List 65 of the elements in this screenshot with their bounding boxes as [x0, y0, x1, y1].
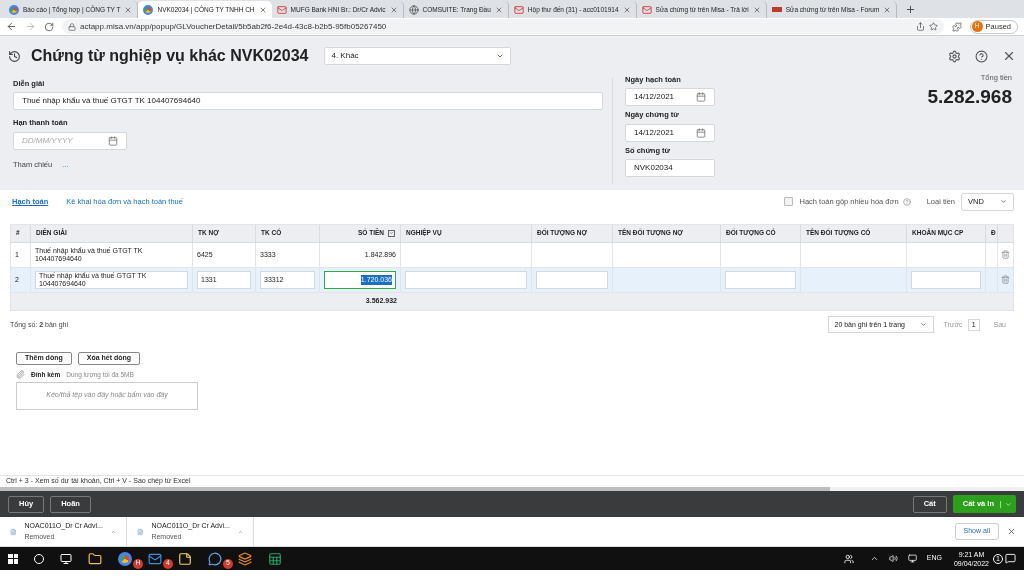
app-logo-icon	[143, 4, 154, 15]
filter-icon[interactable]	[388, 229, 395, 237]
lock-icon	[68, 22, 76, 31]
app-logo-icon	[9, 4, 19, 15]
calendar-icon[interactable]	[696, 92, 706, 103]
mail-icon	[641, 4, 652, 15]
total-amount: 5.282.968	[927, 85, 1012, 110]
back-icon[interactable]	[6, 21, 17, 32]
close-icon[interactable]	[494, 5, 503, 14]
caret-icon[interactable]	[869, 554, 879, 563]
page-title: Chứng từ nghiệp vụ khác NVK02034	[31, 46, 309, 66]
caret-icon	[1000, 198, 1007, 206]
file-icon	[10, 526, 17, 537]
mail-icon	[513, 4, 524, 15]
windows-logo-icon[interactable]	[8, 553, 18, 564]
close-icon[interactable]	[1002, 49, 1016, 63]
extensions-icon[interactable]	[951, 21, 962, 32]
caret-icon	[1005, 500, 1012, 508]
cell-input[interactable]	[405, 270, 527, 289]
close-icon[interactable]	[389, 5, 398, 14]
posting-date-field[interactable]: 14/12/2021	[625, 88, 715, 107]
close-icon[interactable]	[1007, 527, 1016, 536]
file-icon	[137, 526, 144, 537]
mail-icon	[276, 4, 287, 15]
sticky-note-icon[interactable]	[178, 551, 192, 566]
caret-icon	[496, 52, 505, 60]
voucher-date-field[interactable]: 14/12/2021	[625, 123, 715, 142]
chat-icon[interactable]	[208, 551, 222, 566]
checkbox[interactable]	[784, 197, 794, 207]
settings-icon[interactable]	[948, 49, 961, 63]
folder-icon[interactable]	[88, 551, 102, 566]
browser-icon[interactable]	[118, 551, 132, 566]
share-icon[interactable]	[915, 22, 925, 31]
address-bar[interactable]: actapp.misa.vn/app/popup/GLVoucherDetail/5b5ab2f6-2e4d-43c8-b2b5-95fb05267450	[62, 19, 944, 34]
calendar-icon[interactable]	[108, 135, 118, 146]
forum-logo-icon	[771, 7, 782, 12]
reload-icon[interactable]	[44, 21, 54, 32]
description-field[interactable]: Thuế nhập khẩu và thuế GTGT TK 104407694640	[13, 92, 603, 111]
cell-input[interactable]	[911, 270, 981, 289]
paperclip-icon	[16, 370, 25, 380]
spreadsheet-icon[interactable]	[268, 551, 282, 566]
close-icon[interactable]	[752, 5, 761, 14]
new-tab-icon[interactable]	[905, 4, 917, 15]
star-icon[interactable]	[928, 22, 938, 31]
delete-icon[interactable]	[1001, 250, 1010, 260]
globe-icon	[408, 4, 419, 15]
cell-input[interactable]	[725, 270, 796, 289]
close-icon[interactable]	[883, 5, 892, 14]
speaker-icon[interactable]	[888, 554, 898, 563]
close-icon[interactable]	[258, 5, 267, 14]
people-icon[interactable]	[843, 553, 854, 564]
caret-icon	[919, 321, 927, 329]
help-icon[interactable]	[975, 49, 988, 63]
app-icon[interactable]	[238, 551, 252, 566]
delete-icon[interactable]	[1001, 275, 1010, 285]
history-icon[interactable]	[8, 49, 21, 63]
scrollbar[interactable]	[0, 487, 830, 491]
notification-icon[interactable]	[1005, 553, 1016, 564]
cell-input[interactable]	[536, 270, 608, 289]
mail-icon[interactable]	[148, 551, 162, 566]
calendar-icon[interactable]	[696, 127, 706, 138]
close-icon[interactable]	[622, 5, 631, 14]
voucher-type-select[interactable]: 4. Khác	[324, 47, 512, 65]
close-icon[interactable]	[124, 5, 133, 14]
voucher-number-field[interactable]: NVK02034	[625, 158, 715, 177]
